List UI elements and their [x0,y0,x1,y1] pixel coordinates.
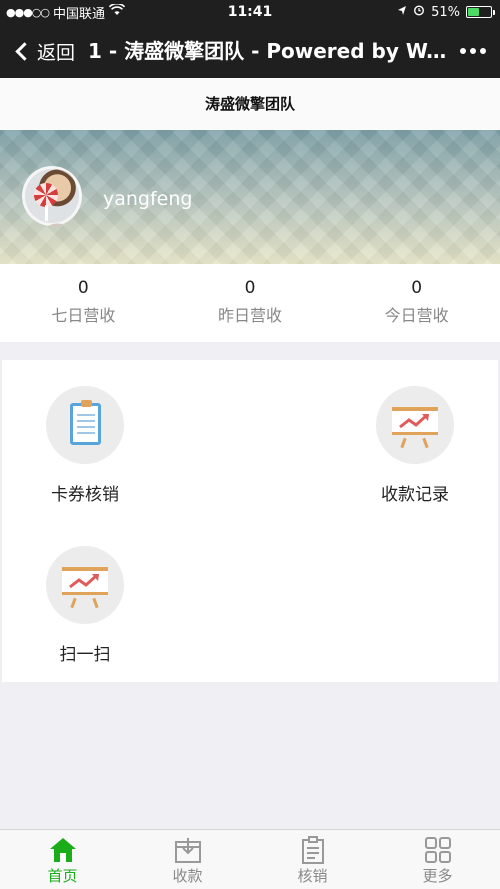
page-title: 涛盛微擎团队 [0,78,500,130]
menu-item-label: 扫一扫 [59,645,111,665]
tab-label: 收款 [172,867,203,885]
dot-icon [470,48,476,54]
chevron-left-icon [15,41,34,61]
stat-value: 0 [244,278,256,298]
stat-yesterday[interactable]: 0 昨日营收 [167,264,334,342]
more-options-button[interactable] [460,24,486,78]
home-icon [49,836,77,864]
clipboard-icon [46,386,124,464]
lollipop-icon [34,183,58,207]
menu-grid: 卡券核销 收款记录 扫一扫 [2,360,498,682]
grid-icon [424,836,452,864]
location-arrow-icon [397,5,407,20]
dot-icon [460,48,466,54]
lollipop-stick [45,205,48,221]
tab-collect[interactable]: 收款 [125,830,250,889]
battery-icon [466,6,495,18]
status-right: 51% [397,0,495,24]
back-label: 返回 [37,41,76,64]
dot-icon [480,48,486,54]
tab-label: 核销 [297,867,328,885]
stat-value: 0 [77,278,89,298]
back-button[interactable]: 返回 [12,24,75,78]
battery-percent: 51% [431,4,460,20]
menu-item-payment-records[interactable]: 收款记录 [332,360,498,520]
bottom-tab-bar: 首页 收款 核销 更多 [0,829,500,889]
avatar[interactable] [22,166,82,226]
tab-home[interactable]: 首页 [0,830,125,889]
chart-easel-icon [376,386,454,464]
stat-label: 昨日营收 [218,306,283,325]
battery-fill [468,8,480,16]
inbox-icon [174,836,202,864]
nav-title: 1 - 涛盛微擎团队 - Powered by W... [88,39,448,63]
nav-bar: 返回 1 - 涛盛微擎团队 - Powered by W... [0,24,500,78]
profile-banner: yangfeng [0,130,500,264]
chart-easel-icon [46,546,124,624]
menu-item-coupon-verify[interactable]: 卡券核销 [2,360,168,520]
clipboard-icon [299,836,327,864]
stat-seven-day[interactable]: 0 七日营收 [0,264,167,342]
stat-label: 七日营收 [51,306,116,325]
stat-value: 0 [411,278,423,298]
menu-item-label: 收款记录 [381,485,449,505]
menu-item-scan[interactable]: 扫一扫 [2,520,168,680]
alarm-icon [413,4,425,20]
menu-item-label: 卡券核销 [51,485,119,505]
stat-label: 今日营收 [384,306,449,325]
stat-today[interactable]: 0 今日营收 [333,264,500,342]
status-bar: ●●●○○ 中国联通 11:41 51% [0,0,500,24]
tab-verify[interactable]: 核销 [250,830,375,889]
tab-label: 更多 [422,867,453,885]
tab-label: 首页 [47,867,78,885]
username: yangfeng [103,188,193,210]
revenue-stats: 0 七日营收 0 昨日营收 0 今日营收 [0,264,500,342]
tab-more[interactable]: 更多 [375,830,500,889]
